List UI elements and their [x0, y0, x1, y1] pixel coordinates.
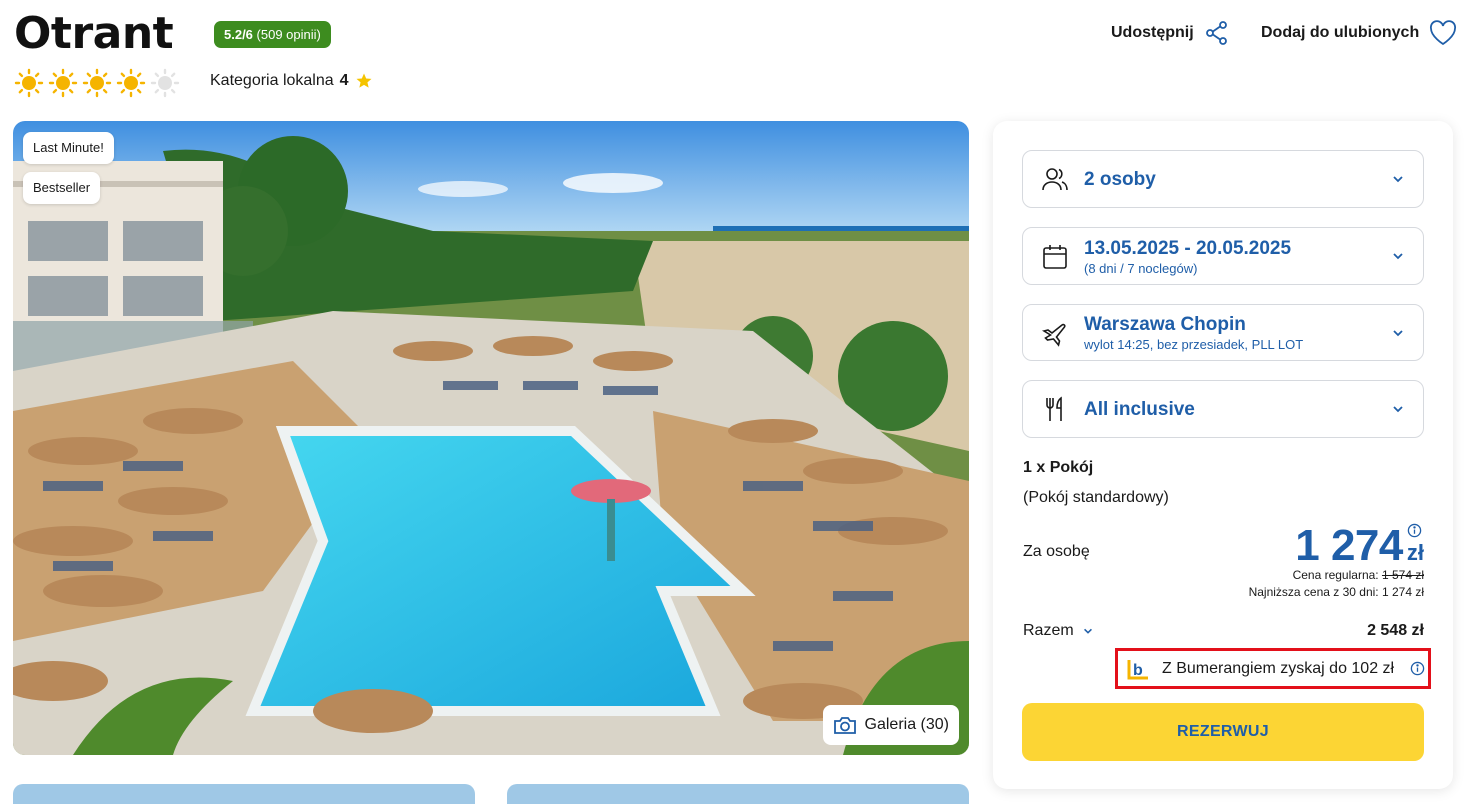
favorite-label: Dodaj do ulubionych: [1261, 24, 1420, 41]
persons-select[interactable]: 2 osoby: [1022, 150, 1424, 208]
info-icon[interactable]: [1410, 661, 1425, 676]
board-value: All inclusive: [1084, 399, 1195, 420]
room-count: 1 x Pokój: [1023, 459, 1094, 476]
departure-select[interactable]: Warszawa Chopin wylot 14:25, bez przesia…: [1022, 304, 1424, 361]
boomerang-promo[interactable]: b Z Bumerangiem zyskaj do 102 zł: [1115, 648, 1431, 689]
thumbnail-photo[interactable]: [13, 784, 475, 804]
star-icon: [356, 73, 372, 88]
dates-duration: (8 dni / 7 noclegów): [1084, 261, 1198, 276]
rating-count: (509 opinii): [256, 27, 321, 42]
plane-icon: [1041, 323, 1066, 347]
resort-pool-photo: [13, 121, 969, 755]
chevron-down-icon: [1083, 628, 1092, 634]
people-icon: [1042, 168, 1068, 191]
flight-details: wylot 14:25, bez przesiadek, PLL LOT: [1084, 337, 1304, 352]
share-label: Udostępnij: [1111, 24, 1194, 41]
total-value: 2 548 zł: [1367, 622, 1424, 639]
sun-icon: [14, 68, 44, 98]
price-currency: zł: [1406, 540, 1424, 565]
room-type: (Pokój standardowy): [1023, 489, 1169, 506]
dates-value: 13.05.2025 - 20.05.2025: [1084, 238, 1292, 259]
heart-icon: [1430, 20, 1457, 46]
cutlery-icon: [1046, 396, 1062, 421]
booking-panel: 2 osoby 13.05.2025 - 20.05.2025 (8 dni /…: [993, 121, 1453, 789]
lowest-price-30-days: Najniższa cena z 30 dni: 1 274 zł: [1248, 585, 1424, 599]
price-value: 1 274: [1295, 521, 1403, 570]
airport-value: Warszawa Chopin: [1084, 314, 1246, 335]
camera-icon: [833, 717, 856, 734]
sun-icon: [48, 68, 78, 98]
per-person-label: Za osobę: [1023, 543, 1090, 560]
regular-price: Cena regularna: 1 574 zł: [1293, 568, 1424, 582]
sun-icon: [82, 68, 112, 98]
share-button[interactable]: Udostępnij: [1111, 20, 1230, 46]
total-label: Razem: [1023, 622, 1074, 639]
boomerang-text: Z Bumerangiem zyskaj do 102 zł: [1162, 659, 1395, 677]
chevron-down-icon: [1393, 253, 1403, 260]
persons-value: 2 osoby: [1084, 169, 1156, 190]
local-category: Kategoria lokalna 4: [210, 72, 373, 90]
chevron-down-icon: [1393, 330, 1403, 337]
book-button[interactable]: REZERWUJ: [1022, 703, 1424, 761]
chevron-down-icon: [1393, 176, 1403, 183]
chevron-down-icon: [1393, 406, 1403, 413]
rating-badge[interactable]: 5.2/6 (509 opinii): [214, 21, 331, 48]
share-icon: [1205, 21, 1227, 45]
hotel-main-photo[interactable]: Last Minute! Bestseller Galeria (30): [13, 121, 969, 755]
gallery-label: Galeria (30): [864, 716, 949, 733]
category-value: 4: [339, 72, 349, 89]
hotel-title: Otrant: [14, 8, 174, 59]
regular-price-value: 1 574 zł: [1381, 568, 1424, 582]
sun-empty-icon: [150, 68, 180, 98]
price-per-person: 1 274 zł: [1295, 521, 1424, 571]
regular-price-label: Cena regularna:: [1292, 568, 1379, 582]
calendar-icon: [1043, 245, 1067, 269]
board-select[interactable]: All inclusive: [1022, 380, 1424, 438]
last-minute-badge: Last Minute!: [23, 132, 114, 164]
bestseller-badge: Bestseller: [23, 172, 101, 204]
svg-text:b: b: [1133, 662, 1143, 679]
rating-score: 5.2/6: [224, 27, 253, 42]
dates-select[interactable]: 13.05.2025 - 20.05.2025 (8 dni / 7 nocle…: [1022, 227, 1424, 285]
hotel-suns-rating: [14, 68, 180, 98]
sun-icon: [116, 68, 146, 98]
thumbnail-photo[interactable]: [507, 784, 969, 804]
favorite-button[interactable]: Dodaj do ulubionych: [1261, 20, 1457, 46]
category-label: Kategoria lokalna: [210, 72, 334, 89]
boomerang-logo-icon: b: [1127, 659, 1148, 679]
total-toggle[interactable]: Razem: [1023, 622, 1094, 640]
gallery-button[interactable]: Galeria (30): [822, 705, 959, 745]
